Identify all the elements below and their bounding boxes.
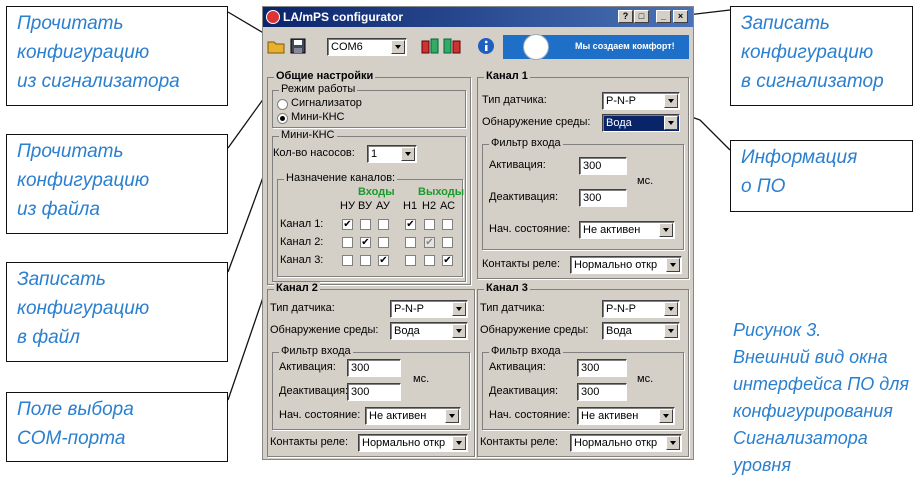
checkbox-ch1-au[interactable] [378,219,389,230]
checkbox-ch3-vu[interactable] [360,255,371,266]
chevron-down-icon[interactable] [452,302,466,316]
callout-read-from-device: Прочитать конфигурацию из сигнализатора [6,6,228,106]
info-icon[interactable] [477,37,495,55]
checkbox-ch3-au[interactable]: ✔ [378,255,389,266]
checkbox-ch2-vu[interactable]: ✔ [360,237,371,248]
minimize-button[interactable]: _ [656,10,671,23]
checkbox-ch1-ac[interactable] [442,219,453,230]
chevron-down-icon[interactable] [391,40,405,54]
checkbox-ch3-ac[interactable]: ✔ [442,255,453,266]
restore-button[interactable]: □ [634,10,649,23]
ch1-initial-state-select[interactable]: Не активен [579,221,675,239]
mini-kns-group: Мини-КНС Кол-во насосов: 1 Назначение ка… [272,129,466,282]
read-device-icon[interactable] [421,37,439,55]
checkbox-ch2-au[interactable] [378,237,389,248]
ch3-sensor-type-select[interactable]: P-N-P [602,300,680,318]
channel-1-group: Канал 1 Тип датчика: P-N-P Обнаружение с… [477,70,689,279]
ch2-relay-contacts-select[interactable]: Нормально откр [358,434,468,452]
checkbox-ch2-h2[interactable]: ✔ [424,237,435,248]
ch1-deactivation-field[interactable]: 300 [579,189,627,207]
save-disk-icon[interactable] [289,37,307,55]
channel-3-group: Канал 3 Тип датчика: P-N-P Обнаружение с… [477,282,689,457]
chevron-down-icon[interactable] [664,116,678,130]
ch3-medium-select[interactable]: Вода [602,322,680,340]
ch1-relay-contacts-select[interactable]: Нормально откр [570,256,682,274]
chevron-down-icon[interactable] [659,409,673,423]
write-device-icon[interactable] [443,37,461,55]
chevron-down-icon[interactable] [401,147,415,161]
com-port-select[interactable]: COM6 [327,38,407,56]
ch2-initial-state-select[interactable]: Не активен [365,407,461,425]
chevron-down-icon[interactable] [659,223,673,237]
ch1-medium-select[interactable]: Вода [602,114,680,132]
channels-assignment-group: Назначение каналов: Входы Выходы НУ ВУ А… [277,172,464,277]
checkbox-ch1-h1[interactable]: ✔ [405,219,416,230]
figure-caption: Рисунок 3. Внешний вид окна интерфейса П… [733,320,909,475]
pump-count-select[interactable]: 1 [367,145,417,163]
callout-read-from-file: Прочитать конфигурацию из файла [6,134,228,234]
checkbox-ch1-vu[interactable] [360,219,371,230]
mode-group: Режим работы Сигнализатор Мини-КНС [272,83,466,128]
checkbox-ch3-nu[interactable] [342,255,353,266]
ch1-input-filter-group: Фильтр входа Активация: 300 мс. Деактива… [482,137,684,250]
ch2-deactivation-field[interactable]: 300 [347,383,401,401]
callout-write-to-device: Записать конфигурацию в сигнализатор [730,6,913,106]
chevron-down-icon[interactable] [452,324,466,338]
company-logo [523,34,549,60]
close-button[interactable]: × [673,10,688,23]
title-bar: LA/mPS configurator ? □ _ × [263,7,693,27]
chevron-down-icon[interactable] [666,436,680,450]
ch2-input-filter-group: Фильтр входа Активация: 300 мс. Деактива… [272,345,470,430]
configurator-window: LA/mPS configurator ? □ _ × COM6 Мы созд… [262,6,694,460]
general-settings-group: Общие настройки Режим работы Сигнализато… [267,70,471,285]
ch1-sensor-type-select[interactable]: P-N-P [602,92,680,110]
checkbox-ch2-h1[interactable] [405,237,416,248]
callout-software-info: Информация о ПО [730,140,913,212]
help-button[interactable]: ? [618,10,633,23]
checkbox-ch3-h1[interactable] [405,255,416,266]
mode-radio-signal[interactable] [277,99,288,110]
ch3-initial-state-select[interactable]: Не активен [577,407,675,425]
brand-banner: Мы создаем комфорт! [503,34,689,60]
ch3-activation-field[interactable]: 300 [577,359,627,377]
ch3-input-filter-group: Фильтр входа Активация: 300 мс. Деактива… [482,345,684,430]
checkbox-ch1-nu[interactable]: ✔ [342,219,353,230]
open-folder-icon[interactable] [267,37,285,55]
ch2-sensor-type-select[interactable]: P-N-P [390,300,468,318]
ch2-activation-field[interactable]: 300 [347,359,401,377]
chevron-down-icon[interactable] [664,302,678,316]
ch3-relay-contacts-select[interactable]: Нормально откр [570,434,682,452]
checkbox-ch2-nu[interactable] [342,237,353,248]
callout-write-to-file: Записать конфигурацию в файл [6,262,228,362]
channel-2-group: Канал 2 Тип датчика: P-N-P Обнаружение с… [267,282,475,457]
window-title: LA/mPS configurator [283,10,404,24]
checkbox-ch1-h2[interactable] [424,219,435,230]
mode-radio-mini-kns[interactable] [277,113,288,124]
chevron-down-icon[interactable] [664,94,678,108]
toolbar: COM6 Мы создаем комфорт! [263,28,693,62]
app-icon [266,10,280,24]
chevron-down-icon[interactable] [666,258,680,272]
checkbox-ch2-ac[interactable] [442,237,453,248]
chevron-down-icon[interactable] [452,436,466,450]
chevron-down-icon[interactable] [664,324,678,338]
ch2-medium-select[interactable]: Вода [390,322,468,340]
ch3-deactivation-field[interactable]: 300 [577,383,627,401]
ch1-activation-field[interactable]: 300 [579,157,627,175]
checkbox-ch3-h2[interactable] [424,255,435,266]
callout-com-port: Поле выбора COM-порта [6,392,228,462]
chevron-down-icon[interactable] [445,409,459,423]
